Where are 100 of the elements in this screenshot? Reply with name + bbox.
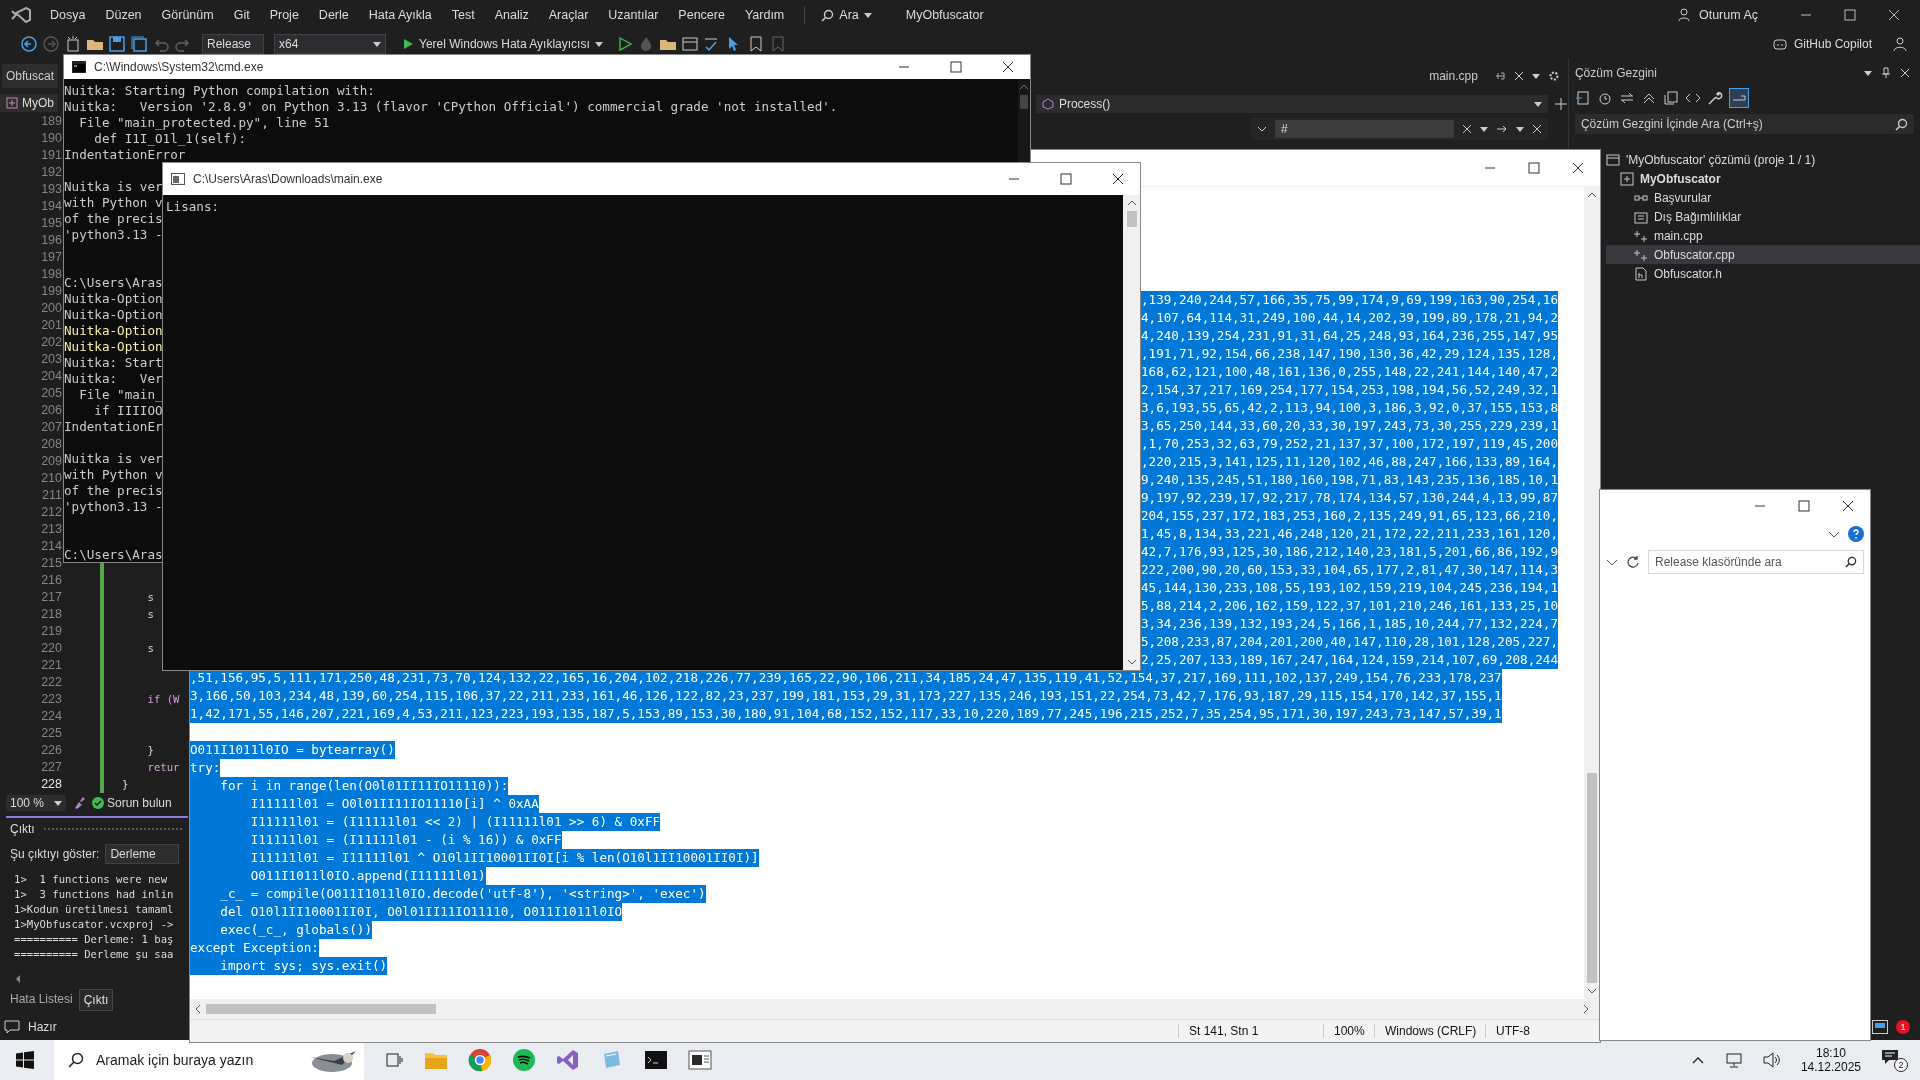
arrow-right-icon[interactable]: [1495, 123, 1508, 135]
menu-item[interactable]: Pencere: [668, 8, 735, 22]
person-icon[interactable]: [1892, 36, 1908, 52]
search-field[interactable]: Release klasöründe ara: [1648, 550, 1864, 574]
split-icon[interactable]: [1553, 97, 1568, 111]
panel-tab[interactable]: Çıktı: [78, 989, 114, 1011]
maximize-icon[interactable]: [1844, 9, 1856, 21]
browser-icon[interactable]: [468, 1048, 492, 1072]
close-icon[interactable]: [1112, 173, 1124, 185]
close-icon[interactable]: [1572, 162, 1584, 174]
scroll-down-icon[interactable]: [1126, 658, 1137, 666]
function-dropdown[interactable]: Process(): [1035, 95, 1548, 113]
document-tab[interactable]: main.cpp: [1429, 69, 1478, 83]
preview-icon[interactable]: [1728, 88, 1749, 108]
sign-in-button[interactable]: Oturum Aç: [1670, 6, 1764, 24]
refresh-icon[interactable]: [1626, 555, 1640, 569]
tree-item[interactable]: 'MyObfuscator' çözümü (proje 1 / 1): [1605, 150, 1920, 169]
project-dropdown[interactable]: MyOb: [0, 93, 58, 112]
menu-item[interactable]: Proje: [259, 8, 309, 22]
scroll-right-icon[interactable]: [1582, 1004, 1590, 1014]
scroll-left-icon[interactable]: [14, 974, 22, 984]
windows-logo-icon[interactable]: [16, 1051, 34, 1069]
search-button[interactable]: Ara: [815, 8, 878, 22]
tree-item[interactable]: Obfuscator.h: [1605, 264, 1920, 283]
notification-badge[interactable]: 1: [1896, 1020, 1910, 1034]
scrollbar-thumb[interactable]: [206, 1004, 436, 1014]
tree-item[interactable]: Dış Bağımlılıklar: [1605, 207, 1920, 226]
close-icon[interactable]: [1888, 9, 1900, 21]
start-debugging-button[interactable]: Yerel Windows Hata Ayıklayıcısı: [396, 36, 609, 52]
menu-item[interactable]: Git: [223, 8, 260, 22]
new-item-icon[interactable]: [64, 35, 82, 53]
menu-item[interactable]: Araçlar: [538, 8, 599, 22]
maximize-icon[interactable]: [1798, 500, 1810, 512]
tree-item[interactable]: Başvurular: [1605, 188, 1920, 207]
scroll-down-icon[interactable]: [1587, 987, 1597, 995]
scrollbar-thumb[interactable]: [1126, 211, 1137, 227]
zoom-dropdown[interactable]: 100 %: [6, 795, 66, 812]
speaker-icon[interactable]: [1762, 1052, 1781, 1068]
menu-item[interactable]: Analiz: [484, 8, 539, 22]
menu-item[interactable]: Derle: [308, 8, 359, 22]
caret-icon[interactable]: [1531, 72, 1540, 80]
ribbon-logo-icon[interactable]: [556, 1048, 580, 1072]
clock-date[interactable]: 14.12.2025: [1800, 1060, 1861, 1074]
caret-icon[interactable]: [1864, 69, 1872, 77]
swap-arrows-icon[interactable]: [1618, 90, 1635, 106]
window-app-icon[interactable]: [688, 1049, 712, 1071]
play-outline-icon[interactable]: [616, 36, 633, 52]
panel-tab[interactable]: Hata Listesi: [6, 989, 77, 1011]
configuration-dropdown[interactable]: Release: [202, 34, 264, 54]
scroll-up-icon[interactable]: [1126, 199, 1137, 207]
maximize-icon[interactable]: [1528, 162, 1540, 174]
scroll-left-icon[interactable]: [194, 1004, 202, 1014]
terminal-icon[interactable]: [644, 1049, 668, 1071]
issues-status[interactable]: Sorun bulun: [92, 796, 172, 811]
document-tab[interactable]: Obfuscat: [2, 63, 59, 88]
window-icon[interactable]: [680, 35, 699, 53]
task-view-icon[interactable]: [384, 1051, 404, 1069]
history-icon[interactable]: [1596, 90, 1613, 106]
tree-item[interactable]: main.cpp: [1605, 226, 1920, 245]
clock-time[interactable]: 18:10: [1815, 1046, 1846, 1060]
notification-button[interactable]: 2: [1881, 1048, 1908, 1072]
platform-dropdown[interactable]: x64: [274, 34, 386, 54]
save-icon[interactable]: [108, 35, 126, 53]
maximize-icon[interactable]: [1060, 173, 1072, 185]
help-icon[interactable]: [1848, 526, 1864, 542]
settings-icon[interactable]: [1547, 70, 1560, 82]
taskbar-search-field[interactable]: Aramak için buraya yazın: [54, 1040, 364, 1080]
save-all-icon[interactable]: [130, 35, 148, 53]
chevron-down-icon[interactable]: [1828, 529, 1840, 539]
chevron-down-icon[interactable]: [1256, 124, 1267, 134]
copilot-button[interactable]: GitHub Copilot: [1765, 35, 1878, 53]
chevron-down-icon[interactable]: [1606, 557, 1618, 567]
menu-item[interactable]: Dosya: [40, 8, 96, 22]
scroll-up-icon[interactable]: [1587, 191, 1597, 199]
menu-item[interactable]: Yardım: [734, 8, 795, 22]
menu-item[interactable]: Görünüm: [151, 8, 224, 22]
tree-item[interactable]: MyObfuscator: [1605, 169, 1920, 188]
close-icon[interactable]: [1842, 500, 1854, 512]
menu-item[interactable]: Test: [441, 8, 485, 22]
sync-icon[interactable]: [1574, 90, 1591, 106]
brush-icon[interactable]: [72, 796, 86, 811]
sound-waves-circle-icon[interactable]: [512, 1048, 536, 1072]
tree-item[interactable]: Obfuscator.cpp: [1605, 245, 1920, 264]
caret-icon[interactable]: [1515, 125, 1524, 133]
menu-item[interactable]: Düzen: [95, 8, 152, 22]
maximize-icon[interactable]: [950, 61, 962, 73]
copy-icon[interactable]: [1662, 90, 1679, 106]
wrench-icon[interactable]: [1706, 90, 1723, 106]
network-icon[interactable]: [1724, 1052, 1743, 1068]
scrollbar-thumb[interactable]: [1587, 773, 1597, 983]
menu-item[interactable]: Hata Ayıkla: [358, 8, 442, 22]
menu-item[interactable]: Uzantılar: [598, 8, 669, 22]
close-icon[interactable]: [1002, 61, 1014, 73]
scrollbar-thumb[interactable]: [1020, 95, 1028, 109]
preview-pane-icon[interactable]: [1872, 1020, 1888, 1034]
find-field[interactable]: #: [1274, 120, 1454, 138]
search-field[interactable]: Çözüm Gezgini İçinde Ara (Ctrl+ş): [1574, 114, 1914, 134]
scroll-up-icon[interactable]: [1019, 83, 1029, 91]
output-source-dropdown[interactable]: Derleme: [105, 844, 180, 865]
chat-bubble-icon[interactable]: [4, 1019, 20, 1035]
